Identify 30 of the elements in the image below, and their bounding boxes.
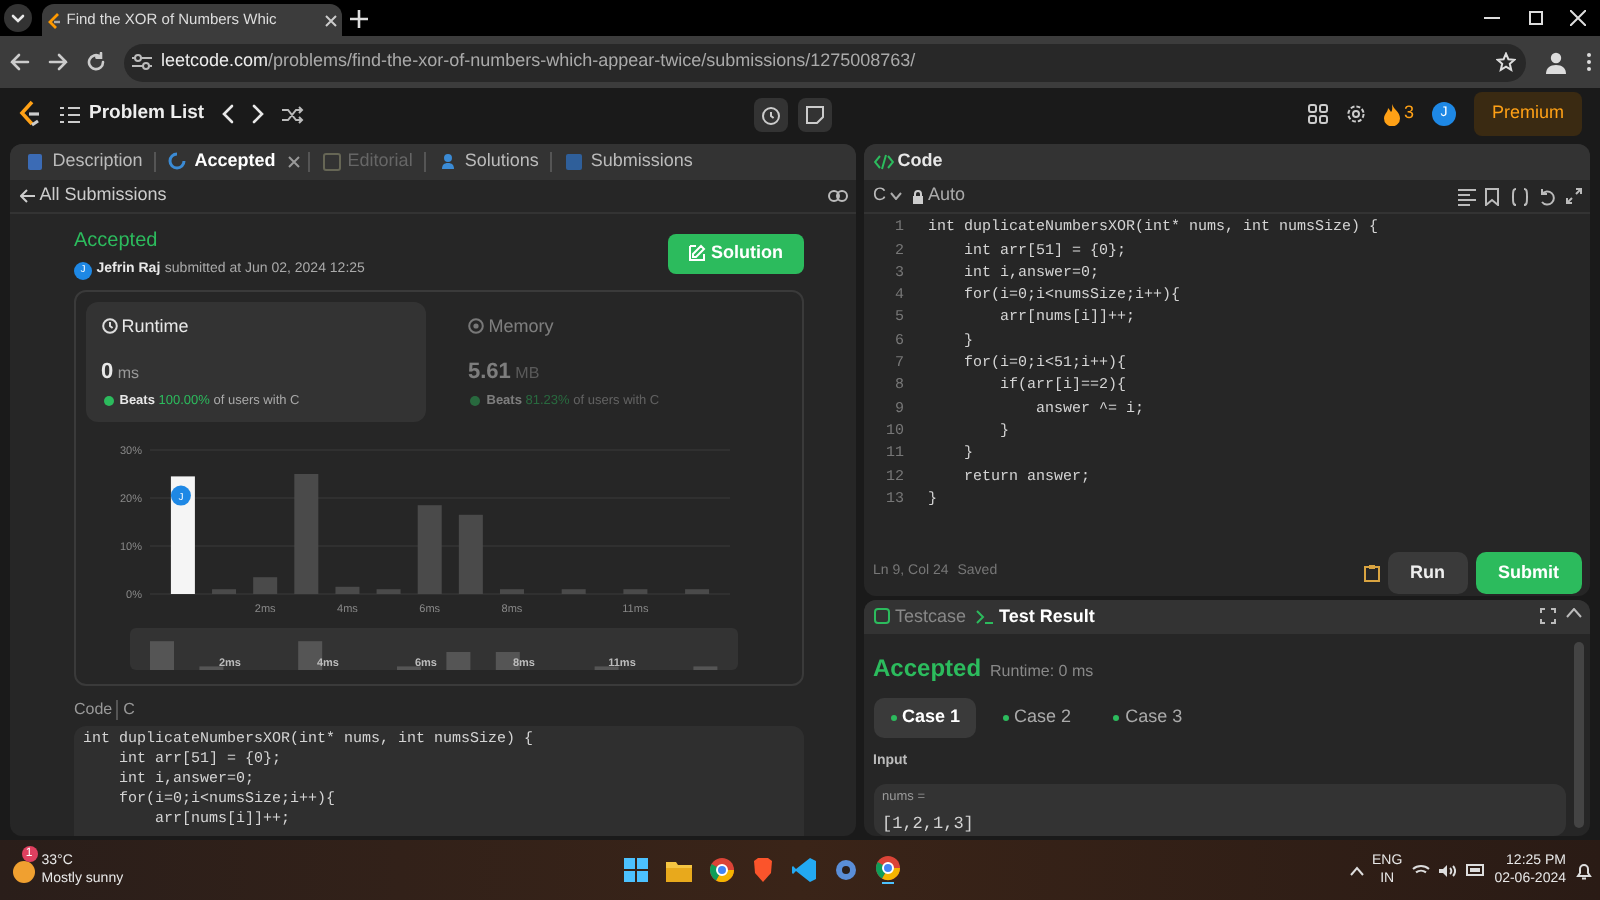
case-tab[interactable]: Case 2 (985, 698, 1088, 737)
language-dropdown[interactable]: C (873, 182, 903, 210)
metric-value: 0 (101, 358, 114, 388)
streak-count: 3 (1403, 100, 1414, 127)
language-label: C (123, 697, 135, 722)
param-value: [1,2,1,3] (882, 812, 976, 836)
panel-tab[interactable]: Testcase (873, 602, 967, 631)
mode-label: Auto (928, 182, 966, 209)
panel-tab[interactable]: Test Result (975, 602, 1095, 631)
runtime-text: Runtime: 0 ms (990, 660, 1094, 684)
metric-unit: ms (117, 362, 140, 386)
panel-title: Code (897, 148, 943, 175)
panel-tab[interactable]: Accepted (156, 148, 288, 176)
metric-value: 5.61 (468, 358, 511, 388)
case-tab[interactable]: Case 3 (1096, 698, 1199, 737)
url-text: leetcode.com/problems/find-the-xor-of-numbers-which-appear-twice/submissions/1275008763/ (161, 48, 916, 75)
panel-tab[interactable]: Submissions (552, 148, 705, 176)
status-text: Accepted (74, 228, 160, 256)
address-bar[interactable]: leetcode.com/problems/find-the-xor-of-numbers-which-appear-twice/submissions/1275008763/ (123, 43, 1525, 81)
back-link[interactable]: All Submissions (19, 182, 167, 210)
problem-list-link[interactable]: Problem List (60, 99, 205, 129)
result-status: Accepted (873, 652, 982, 686)
case-tab[interactable]: Case 1 (873, 698, 977, 737)
panel-tab[interactable]: Solutions (426, 148, 551, 176)
panel-tab[interactable]: Description (14, 148, 155, 176)
metric-label: Runtime (121, 313, 189, 339)
run-button[interactable]: Run (1388, 551, 1467, 595)
premium-button[interactable]: Premium (1473, 92, 1582, 136)
code-label: Code (74, 697, 113, 722)
metric-label: Memory (488, 313, 554, 340)
